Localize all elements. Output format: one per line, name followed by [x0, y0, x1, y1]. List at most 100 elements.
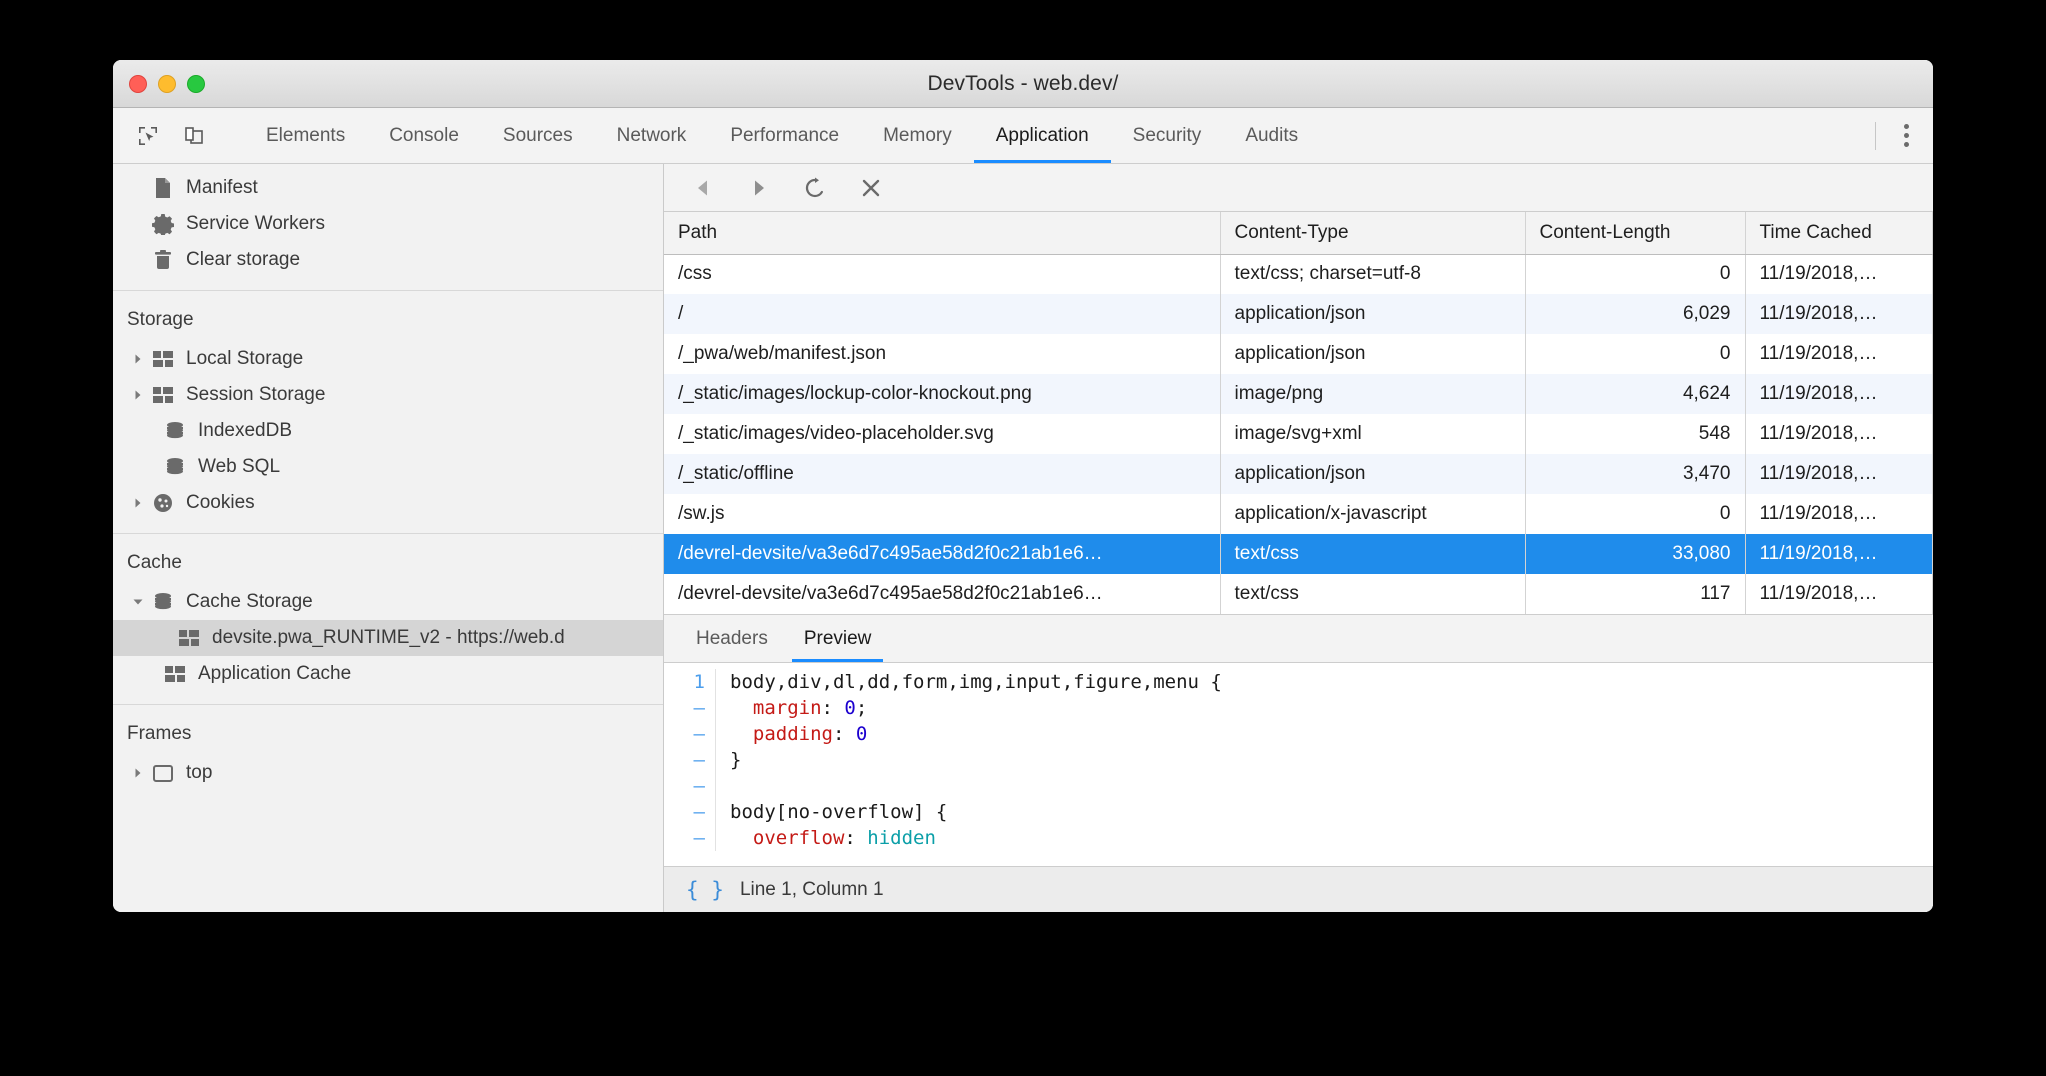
- back-arrow-icon: [692, 177, 714, 199]
- back-button[interactable]: [686, 171, 720, 205]
- table-row[interactable]: /_static/offline application/json 3,470 …: [664, 454, 1933, 494]
- chevron-right-icon[interactable]: [127, 389, 149, 401]
- cache-toolbar: [664, 164, 1933, 212]
- table-row[interactable]: /_pwa/web/manifest.json application/json…: [664, 334, 1933, 374]
- cell-content-length: 548: [1525, 414, 1745, 454]
- forward-button[interactable]: [742, 171, 776, 205]
- trash-icon: [149, 249, 177, 271]
- cell-path: /devrel-devsite/va3e6d7c495ae58d2f0c21ab…: [664, 574, 1220, 614]
- tab-security[interactable]: Security: [1111, 108, 1224, 163]
- cell-content-type: text/css: [1220, 574, 1525, 614]
- tabbar-tools: [127, 108, 244, 163]
- cache-entries-table-wrap: Path Content-Type Content-Length Time Ca…: [664, 212, 1933, 615]
- tab-sources[interactable]: Sources: [481, 108, 595, 163]
- cell-content-length: 4,624: [1525, 374, 1745, 414]
- cell-path: /_static/images/lockup-color-knockout.pn…: [664, 374, 1220, 414]
- inspect-element-button[interactable]: [127, 115, 169, 157]
- refresh-button[interactable]: [798, 171, 832, 205]
- column-header-content-type[interactable]: Content-Type: [1220, 212, 1525, 254]
- inspect-element-icon: [136, 124, 160, 148]
- cell-time-cached: 11/19/2018,…: [1745, 534, 1933, 574]
- cell-content-type: application/json: [1220, 334, 1525, 374]
- close-window-button[interactable]: [129, 75, 147, 93]
- table-row-selected[interactable]: /devrel-devsite/va3e6d7c495ae58d2f0c21ab…: [664, 534, 1933, 574]
- tab-elements[interactable]: Elements: [244, 108, 367, 163]
- line-number: –: [664, 825, 716, 851]
- sidebar-item-application-cache[interactable]: Application Cache: [113, 656, 663, 692]
- tab-network[interactable]: Network: [595, 108, 709, 163]
- code-line: – body[no-overflow] {: [664, 799, 1933, 825]
- application-sidebar: Manifest Service Workers Clear storage S…: [113, 164, 664, 912]
- cell-content-type: image/png: [1220, 374, 1525, 414]
- minimize-window-button[interactable]: [158, 75, 176, 93]
- delete-entry-button[interactable]: [854, 171, 888, 205]
- table-row[interactable]: /_static/images/lockup-color-knockout.pn…: [664, 374, 1933, 414]
- more-options-icon: [1904, 124, 1909, 129]
- code-text: }: [716, 747, 741, 773]
- sidebar-item-label: Session Storage: [186, 384, 325, 406]
- maximize-window-button[interactable]: [187, 75, 205, 93]
- sidebar-item-service-workers[interactable]: Service Workers: [113, 206, 663, 242]
- column-header-content-length[interactable]: Content-Length: [1525, 212, 1745, 254]
- table-row[interactable]: /devrel-devsite/va3e6d7c495ae58d2f0c21ab…: [664, 574, 1933, 614]
- sidebar-item-manifest[interactable]: Manifest: [113, 170, 663, 206]
- cell-content-type: text/css; charset=utf-8: [1220, 254, 1525, 294]
- sidebar-item-web-sql[interactable]: Web SQL: [113, 449, 663, 485]
- table-row[interactable]: / application/json 6,029 11/19/2018,…: [664, 294, 1933, 334]
- cell-path: /_static/images/video-placeholder.svg: [664, 414, 1220, 454]
- cell-time-cached: 11/19/2018,…: [1745, 254, 1933, 294]
- manifest-document-icon: [149, 177, 177, 199]
- tab-label: Security: [1133, 125, 1202, 147]
- cell-path: /devrel-devsite/va3e6d7c495ae58d2f0c21ab…: [664, 534, 1220, 574]
- tab-application[interactable]: Application: [974, 108, 1111, 163]
- database-icon: [149, 592, 177, 612]
- table-row[interactable]: /_static/images/video-placeholder.svg im…: [664, 414, 1933, 454]
- chevron-right-icon[interactable]: [127, 353, 149, 365]
- tab-label: Elements: [266, 125, 345, 147]
- preview-tab-label: Preview: [804, 628, 872, 650]
- sidebar-item-local-storage[interactable]: Local Storage: [113, 341, 663, 377]
- tab-memory[interactable]: Memory: [861, 108, 974, 163]
- cell-time-cached: 11/19/2018,…: [1745, 414, 1933, 454]
- sidebar-section-storage: Storage: [113, 291, 663, 341]
- cell-content-length: 0: [1525, 494, 1745, 534]
- code-line: –: [664, 773, 1933, 799]
- code-line: – overflow: hidden: [664, 825, 1933, 851]
- chevron-down-icon[interactable]: [127, 596, 149, 608]
- cell-time-cached: 11/19/2018,…: [1745, 374, 1933, 414]
- tab-headers[interactable]: Headers: [678, 615, 786, 662]
- column-header-path[interactable]: Path: [664, 212, 1220, 254]
- database-icon: [161, 457, 189, 477]
- devtools-window: DevTools - web.dev/ Elements: [113, 60, 1933, 912]
- table-row[interactable]: /css text/css; charset=utf-8 0 11/19/201…: [664, 254, 1933, 294]
- table-body: /css text/css; charset=utf-8 0 11/19/201…: [664, 254, 1933, 614]
- sidebar-item-cache-storage[interactable]: Cache Storage: [113, 584, 663, 620]
- frame-icon: [149, 765, 177, 782]
- table-row[interactable]: /sw.js application/x-javascript 0 11/19/…: [664, 494, 1933, 534]
- tab-label: Console: [389, 125, 459, 147]
- code-line: – padding: 0: [664, 721, 1933, 747]
- sidebar-item-label: Cookies: [186, 492, 255, 514]
- chevron-right-icon[interactable]: [127, 767, 149, 779]
- sidebar-item-clear-storage[interactable]: Clear storage: [113, 242, 663, 278]
- tab-performance[interactable]: Performance: [708, 108, 861, 163]
- column-header-time-cached[interactable]: Time Cached: [1745, 212, 1933, 254]
- tab-console[interactable]: Console: [367, 108, 481, 163]
- tab-audits[interactable]: Audits: [1223, 108, 1320, 163]
- chevron-right-icon[interactable]: [127, 497, 149, 509]
- tab-preview[interactable]: Preview: [786, 615, 890, 662]
- sidebar-item-top-frame[interactable]: top: [113, 755, 663, 791]
- sidebar-item-devsite-pwa-runtime-v2[interactable]: devsite.pwa_RUNTIME_v2 - https://web.d: [113, 620, 663, 656]
- code-viewer[interactable]: 1 body,div,dl,dd,form,img,input,figure,m…: [664, 663, 1933, 866]
- line-number: –: [664, 799, 716, 825]
- device-toolbar-button[interactable]: [173, 115, 215, 157]
- sidebar-section-frames: Frames: [113, 705, 663, 755]
- sidebar-item-session-storage[interactable]: Session Storage: [113, 377, 663, 413]
- code-text: [716, 773, 730, 799]
- close-x-icon: [860, 177, 882, 199]
- more-options-button[interactable]: [1898, 118, 1915, 153]
- tab-label: Network: [617, 125, 687, 147]
- sidebar-item-indexeddb[interactable]: IndexedDB: [113, 413, 663, 449]
- sidebar-item-cookies[interactable]: Cookies: [113, 485, 663, 521]
- pretty-print-braces-icon[interactable]: { }: [686, 878, 724, 902]
